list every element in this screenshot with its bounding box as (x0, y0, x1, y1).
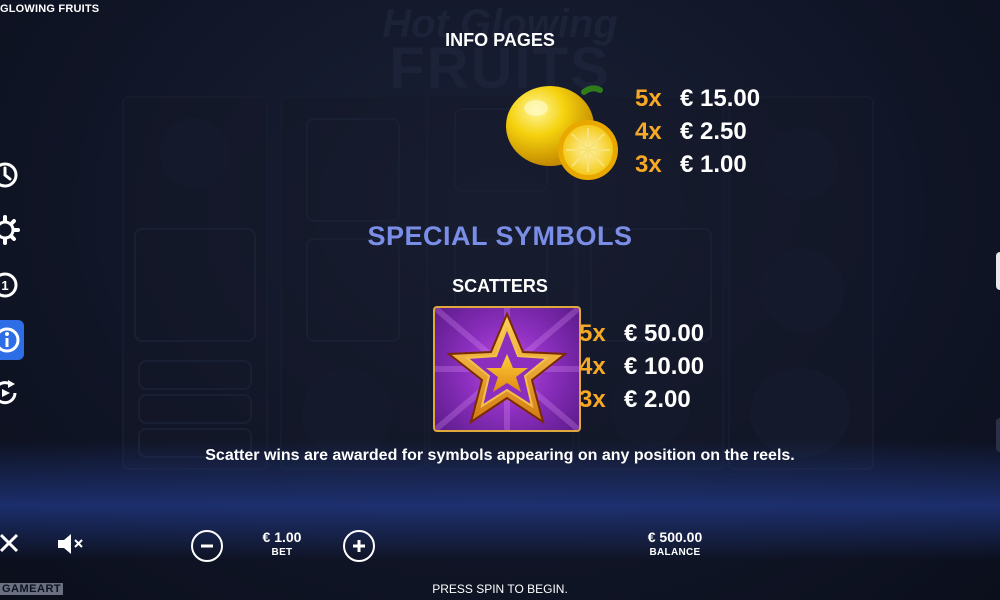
balance-label: BALANCE (649, 547, 701, 558)
right-edge-tab[interactable] (996, 418, 1000, 452)
payout-row: 4x € 10.00 (579, 353, 705, 380)
history-icon[interactable] (0, 158, 22, 192)
bet-label: BET (271, 547, 293, 558)
star-icon (433, 306, 581, 432)
status-message: PRESS SPIN TO BEGIN. (432, 582, 568, 596)
special-symbols-heading: SPECIAL SYMBOLS (367, 221, 633, 251)
payout-row: 3x € 1.00 (635, 151, 760, 178)
payout-row: 4x € 2.50 (635, 118, 760, 145)
svg-text:1: 1 (1, 278, 8, 293)
payout-row: 5x € 50.00 (579, 320, 705, 347)
scatters-heading: SCATTERS (452, 276, 548, 296)
payout-amount: € 2.50 (680, 118, 747, 145)
multiplier: 5x (635, 85, 662, 112)
bet-value: € 1.00 (262, 529, 302, 545)
scatter-description: Scatter wins are awarded for symbols app… (205, 447, 795, 464)
bet-display: € 1.00 BET (240, 529, 324, 558)
info-pages-heading: INFO PAGES (445, 30, 555, 50)
info-icon[interactable] (0, 320, 24, 360)
payout-amount: € 15.00 (680, 85, 761, 112)
balance-value: € 500.00 (647, 529, 703, 545)
lemon-paytable: 5x € 15.00 4x € 2.50 3x € 1.00 (635, 85, 761, 178)
replay-icon[interactable] (0, 376, 22, 410)
gear-icon[interactable] (0, 213, 22, 247)
increase-bet-button[interactable] (343, 530, 375, 562)
close-icon[interactable] (0, 532, 20, 554)
multiplier: 3x (635, 151, 662, 178)
lemon-icon (504, 80, 620, 180)
payout-amount: € 1.00 (680, 151, 747, 178)
right-edge-tab[interactable] (996, 252, 1000, 290)
balance-display: € 500.00 BALANCE (625, 529, 725, 558)
multiplier: 3x (579, 386, 606, 413)
multiplier: 5x (579, 320, 606, 347)
payout-amount: € 10.00 (624, 353, 705, 380)
app-title: GLOWING FRUITS (0, 3, 100, 15)
multiplier: 4x (579, 353, 606, 380)
payout-row: 3x € 2.00 (579, 386, 704, 413)
payout-amount: € 2.00 (624, 386, 691, 413)
payout-row: 5x € 15.00 (635, 85, 761, 112)
speaker-muted-icon[interactable] (56, 532, 86, 556)
decrease-bet-button[interactable] (191, 530, 223, 562)
payout-amount: € 50.00 (624, 320, 705, 347)
multiplier: 4x (635, 118, 662, 145)
autoplay-icon[interactable]: 1 (0, 268, 22, 302)
scatter-paytable: 5x € 50.00 4x € 10.00 3x € 2.00 (579, 320, 705, 413)
